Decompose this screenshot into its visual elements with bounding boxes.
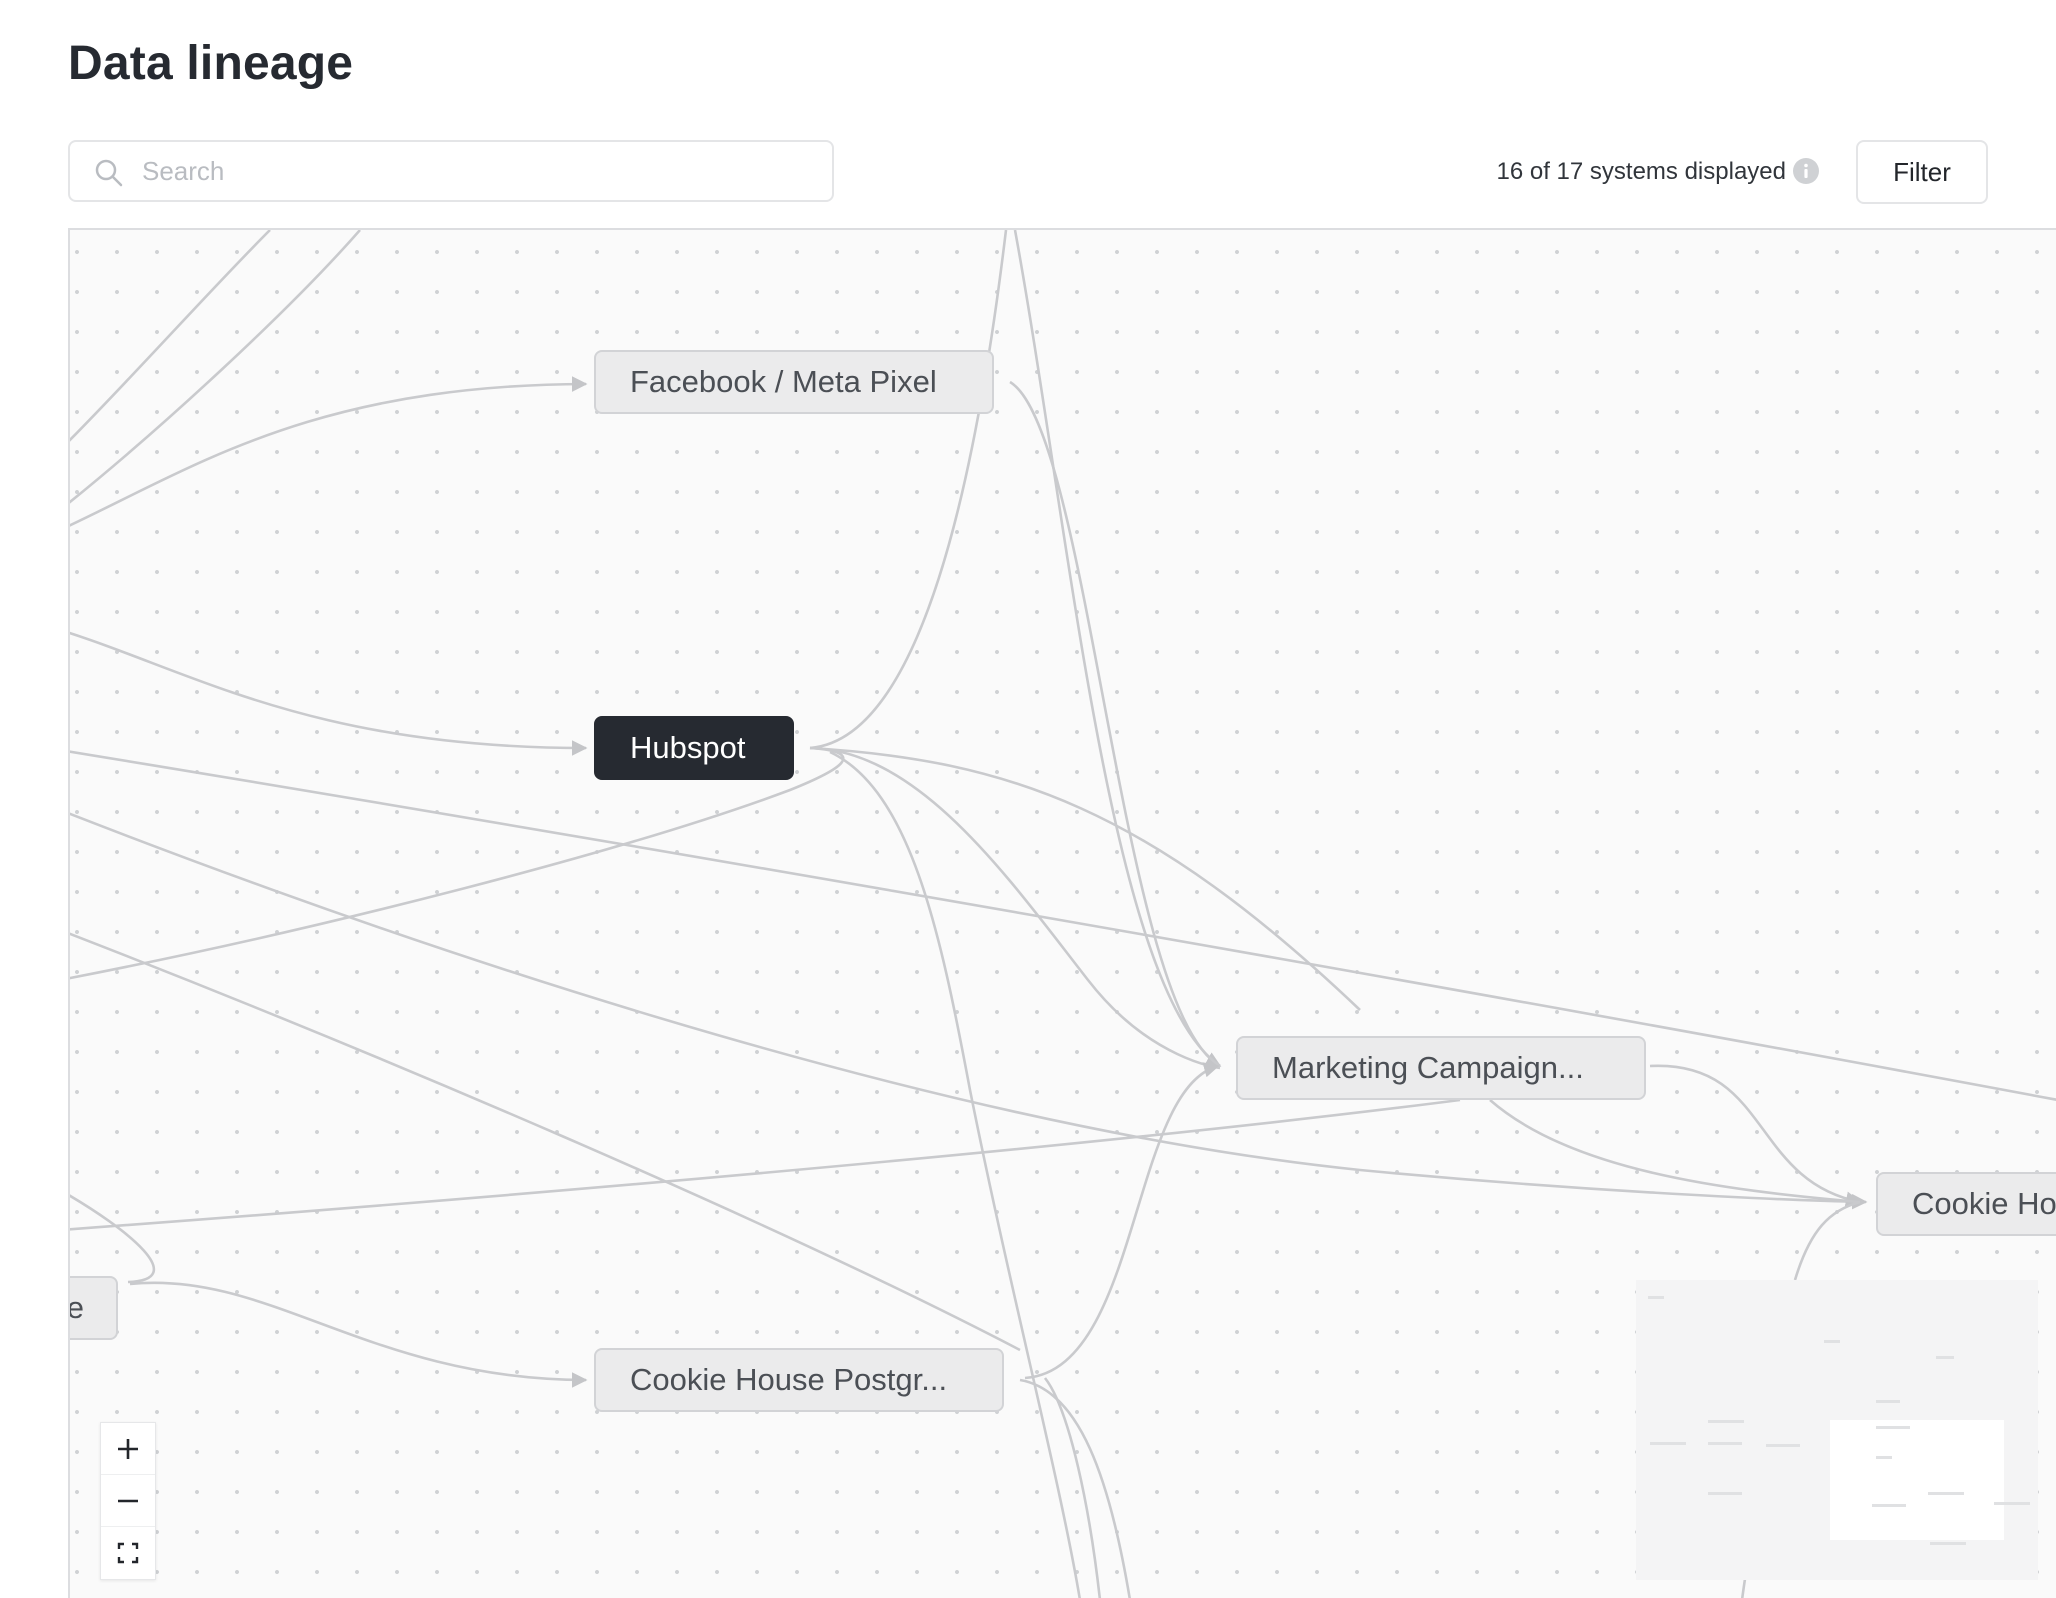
edge <box>70 376 588 527</box>
minimap-node <box>1936 1356 1954 1359</box>
edge <box>70 1098 1461 1231</box>
minimap-node <box>1994 1502 2030 1505</box>
edge <box>70 1194 155 1284</box>
edge <box>1793 1200 1861 1281</box>
edge <box>1013 230 1221 1068</box>
edge <box>809 746 1361 1011</box>
lineage-canvas[interactable]: Facebook / Meta Pixel Hubspot Marketing … <box>68 228 2056 1598</box>
node-marketing-campaign[interactable]: Marketing Campaign... <box>1236 1036 1646 1100</box>
search-icon <box>95 159 123 187</box>
minimap-node <box>1766 1444 1800 1447</box>
edge <box>829 750 1081 1598</box>
minimap-node <box>1872 1504 1906 1507</box>
node-cookie-house-postgres[interactable]: Cookie House Postgr... <box>594 1348 1004 1412</box>
node-left-partial[interactable]: e <box>70 1276 118 1340</box>
edge <box>1009 380 1222 1068</box>
minimap-node <box>1648 1296 1664 1299</box>
minimap-node <box>1930 1542 1966 1545</box>
edge <box>70 746 845 980</box>
filter-button[interactable]: Filter <box>1856 140 1988 204</box>
edge <box>1024 1062 1220 1380</box>
minimap-node <box>1708 1442 1742 1445</box>
minimap-node <box>1708 1492 1742 1495</box>
node-cookie-house-right[interactable]: Cookie House <box>1876 1172 2056 1236</box>
edge <box>70 932 1021 1352</box>
minus-icon <box>118 1499 138 1502</box>
edge <box>70 812 1868 1210</box>
minimap-viewport[interactable] <box>1830 1420 2004 1540</box>
minimap-node <box>1650 1442 1686 1445</box>
minimap-node <box>1876 1400 1900 1403</box>
edge <box>70 631 588 756</box>
page-title: Data lineage <box>68 37 354 90</box>
edge <box>70 750 2056 1101</box>
node-hubspot[interactable]: Hubspot <box>594 716 794 780</box>
minimap[interactable] <box>1636 1280 2038 1580</box>
edge <box>129 1281 588 1388</box>
edge <box>809 230 1008 750</box>
edge <box>1649 1064 1862 1207</box>
fit-view-icon <box>117 1542 139 1564</box>
node-facebook-meta-pixel[interactable]: Facebook / Meta Pixel <box>594 350 994 414</box>
minimap-node <box>1876 1426 1910 1429</box>
minimap-node <box>1928 1492 1964 1495</box>
search-box[interactable] <box>68 140 834 202</box>
zoom-out-button[interactable] <box>101 1475 155 1527</box>
info-icon[interactable] <box>1792 157 1820 185</box>
edge <box>809 746 1221 1070</box>
search-input[interactable] <box>142 142 812 200</box>
minimap-node <box>1824 1340 1840 1343</box>
minimap-node <box>1876 1456 1892 1459</box>
edge <box>70 230 361 504</box>
zoom-in-button[interactable] <box>101 1423 155 1475</box>
fit-view-button[interactable] <box>101 1527 155 1579</box>
minimap-node <box>1708 1420 1744 1423</box>
systems-count: 16 of 17 systems displayed <box>1496 158 1787 185</box>
zoom-controls <box>100 1422 156 1580</box>
plus-icon <box>118 1438 138 1459</box>
